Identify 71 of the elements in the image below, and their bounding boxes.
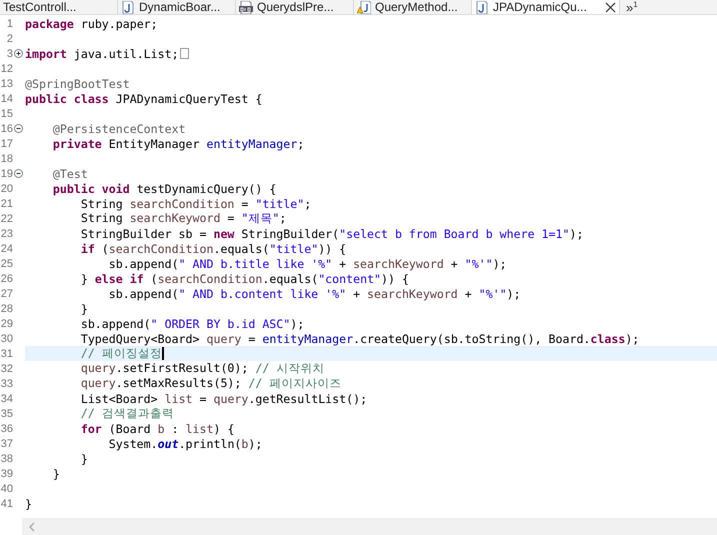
line-number: 32 — [0, 362, 13, 374]
collapse-icon[interactable] — [14, 124, 23, 133]
line-number: 2 — [6, 32, 13, 44]
code-line: if (searchCondition.equals("title")) { — [80, 242, 346, 256]
code-line: } else if (searchCondition.equals("content")) { — [80, 272, 409, 286]
line-number: 25 — [0, 258, 13, 270]
code-line: String searchKeyword = "제목"; — [80, 211, 286, 226]
code-line: sb.append(" AND b.content like '%" + searchKeyword + "%'"); — [108, 286, 521, 300]
line-number: 40 — [0, 482, 13, 494]
expand-icon[interactable] — [14, 49, 23, 58]
code-line: // 페이징설정 — [80, 346, 164, 361]
code-line: @SpringBootTest — [25, 76, 130, 90]
line-number: 19 — [0, 168, 13, 180]
line-number: 3 — [6, 48, 13, 60]
line-number: 23 — [0, 228, 13, 240]
line-number: 26 — [0, 272, 13, 284]
collapsed-code-icon[interactable] — [180, 48, 189, 59]
line-number: 38 — [0, 452, 13, 464]
line-number: 36 — [0, 422, 13, 434]
line-number: 1 — [6, 18, 13, 30]
horizontal-scrollbar[interactable] — [22, 518, 717, 535]
code-line: String searchCondition = "title"; — [80, 196, 312, 210]
line-number: 24 — [0, 242, 13, 254]
code-line: } — [80, 302, 88, 316]
line-number: 15 — [0, 108, 13, 120]
code-line: // 검색결과출력 — [80, 406, 174, 421]
collapse-icon[interactable] — [14, 169, 23, 178]
code-line: sb.append(" ORDER BY b.id ASC"); — [80, 316, 304, 330]
line-number: 12 — [0, 62, 13, 74]
line-number: 29 — [0, 318, 13, 330]
code-line: public class JPADynamicQueryTest { — [25, 92, 262, 106]
line-number: 30 — [0, 332, 13, 344]
code-line: } — [80, 452, 88, 466]
code-line: query.setMaxResults(5); // 페이지사이즈 — [80, 376, 342, 391]
code-line: TypedQuery<Board> query = entityManager.createQuery(sb.toString(), Board.class); — [80, 332, 640, 346]
line-number: 21 — [0, 198, 13, 210]
line-number: 20 — [0, 182, 13, 194]
code-line: @Test — [52, 166, 88, 180]
code-line: sb.append(" AND b.title like '%" + searchKeyword + "%'"); — [108, 256, 507, 270]
line-number: 22 — [0, 212, 13, 224]
close-icon[interactable] — [605, 2, 616, 12]
editor-tab[interactable]: QueryMethod... — [354, 0, 472, 14]
code-line: query.setFirstResult(0); // 시작위치 — [80, 361, 324, 376]
line-number: 37 — [0, 438, 13, 450]
line-number: 13 — [0, 78, 13, 90]
editor-tab[interactable]: JPADynamicQu... — [472, 0, 620, 14]
line-number: 16 — [0, 122, 13, 134]
line-number: 34 — [0, 392, 13, 404]
code-line: StringBuilder sb = new StringBuilder("select b from Board b where 1=1"); — [80, 226, 584, 240]
line-number: 18 — [0, 152, 13, 164]
code-line: List<Board> list = query.getResultList(); — [80, 392, 368, 406]
code-line: for (Board b : list) { — [80, 422, 234, 436]
line-number: 41 — [0, 498, 13, 510]
line-number: 28 — [0, 302, 13, 314]
code-line: System.out.println(b); — [108, 436, 262, 450]
line-number: 35 — [0, 408, 13, 420]
code-line: import java.util.List; — [25, 46, 179, 60]
line-number: 33 — [0, 378, 13, 390]
editor-tab[interactable]: QuerydslPre... — [236, 0, 354, 14]
code-line: package ruby.paper; — [25, 16, 158, 30]
line-number: 14 — [0, 92, 13, 104]
line-number: 31 — [0, 348, 13, 360]
code-line: private EntityManager entityManager; — [52, 136, 304, 150]
code-line: } — [52, 466, 60, 480]
code-line: public void testDynamicQuery() { — [52, 182, 276, 196]
editor-tab[interactable]: TestControll... — [0, 0, 118, 14]
code-line: @PersistenceContext — [52, 122, 186, 136]
line-number: 39 — [0, 468, 13, 480]
line-number: 17 — [0, 138, 13, 150]
line-number: 27 — [0, 288, 13, 300]
code-line: } — [25, 496, 32, 510]
